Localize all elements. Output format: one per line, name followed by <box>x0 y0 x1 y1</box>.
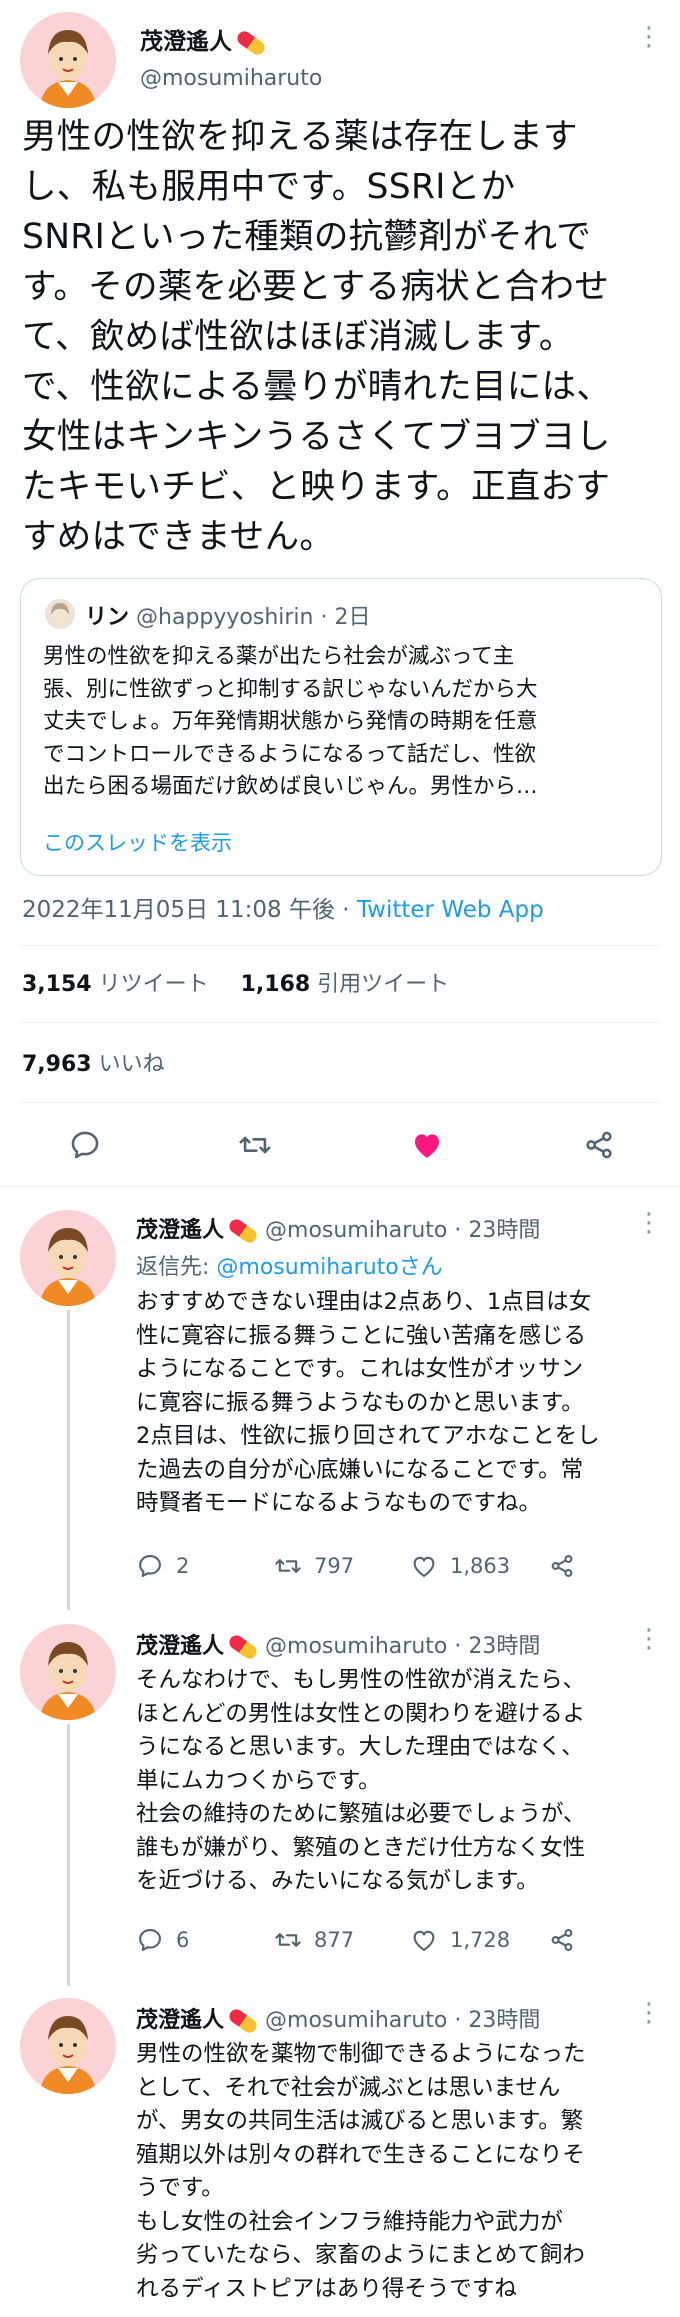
retweet-button[interactable] <box>238 1128 272 1166</box>
tweet-text: 男性の性欲を抑える薬は存在します し、私も服用中です。SSRIとか SNRIとい… <box>22 117 612 557</box>
like-count: 1,728 <box>450 1928 511 1952</box>
thread-line <box>67 1724 70 1986</box>
share-icon <box>551 1555 573 1577</box>
reply-avatar[interactable] <box>20 1624 116 1720</box>
reply-button[interactable] <box>68 1128 102 1166</box>
quoted-author-name: リン <box>85 605 130 630</box>
reply-text: そんなわけで、もし男性の性欲が消えたら、 ほとんどの男性は女性との関わりを避ける… <box>136 1667 586 1894</box>
avatar-illustration <box>20 1624 116 1720</box>
likes-stat[interactable]: 7,963 いいね <box>22 1046 165 1078</box>
reply-author-name[interactable]: 茂澄遙人 <box>136 1218 224 1243</box>
like-button[interactable]: 1,863 <box>410 1552 510 1580</box>
reply-count: 2 <box>176 1554 190 1578</box>
like-button[interactable] <box>410 1128 444 1166</box>
like-count: 1,863 <box>450 1554 511 1578</box>
quoted-time: · 2日 <box>313 605 371 630</box>
author-name[interactable]: 茂澄遙人 <box>140 22 268 57</box>
reply-author-name[interactable]: 茂澄遙人 <box>136 1634 224 1659</box>
avatar-illustration <box>20 1210 116 1306</box>
pill-emoji-icon <box>226 1632 260 1662</box>
reply-count: 6 <box>176 1928 190 1952</box>
reply-author-handle[interactable]: @mosumiharuto <box>265 1634 447 1659</box>
like-button[interactable]: 1,728 <box>410 1926 510 1954</box>
retweet-count: 877 <box>314 1928 355 1952</box>
more-icon[interactable]: ⋮ <box>636 1208 662 1238</box>
reply-text: おすすめできない理由は2点あり、1点目は女 性に寛容に振る舞うことに強い苦痛を感… <box>136 1289 600 1516</box>
reply-icon <box>139 1555 161 1577</box>
retweet-icon <box>239 1136 271 1154</box>
tweet-meta: 2022年11月05日 11:08 午後 · Twitter Web App <box>22 897 544 923</box>
more-icon[interactable]: ⋮ <box>636 1624 662 1654</box>
share-button[interactable] <box>582 1128 616 1166</box>
quotes-stat[interactable]: 1,168 引用ツイート <box>241 972 450 997</box>
reply-to-line: 返信先: @mosumiharutoさん <box>136 1255 443 1280</box>
pill-emoji-icon <box>234 28 268 57</box>
reply-icon <box>139 1929 161 1951</box>
reply-author-name[interactable]: 茂澄遙人 <box>136 2008 224 2033</box>
show-thread-link[interactable]: このスレッドを表示 <box>43 827 232 857</box>
retweets-stat[interactable]: 3,154 リツイート <box>22 972 209 997</box>
share-button[interactable] <box>548 1926 588 1954</box>
reply-time[interactable]: · 23時間 <box>447 1634 540 1659</box>
reply-avatar[interactable] <box>20 1998 116 2094</box>
retweet-button[interactable]: 797 <box>274 1552 354 1580</box>
share-icon <box>551 1929 573 1951</box>
quoted-author-avatar <box>45 599 75 629</box>
more-icon[interactable]: ⋮ <box>636 1998 662 2028</box>
share-button[interactable] <box>548 1552 588 1580</box>
retweet-stats: 3,154 リツイート 1,168 引用ツイート <box>22 966 449 998</box>
tweet-source[interactable]: Twitter Web App <box>357 897 544 923</box>
like-icon <box>413 1556 435 1578</box>
retweet-icon <box>275 1559 301 1573</box>
retweet-button[interactable]: 877 <box>274 1926 354 1954</box>
reply-header: 茂澄遙人 @mosumiharuto · 23時間 <box>136 1628 540 1662</box>
reply-avatar[interactable] <box>20 1210 116 1306</box>
reply-time[interactable]: · 23時間 <box>447 1218 540 1243</box>
author-avatar[interactable] <box>20 12 116 108</box>
retweet-icon <box>275 1933 301 1947</box>
reply-header: 茂澄遙人 @mosumiharuto · 23時間 <box>136 2002 540 2036</box>
reply-time[interactable]: · 23時間 <box>447 2008 540 2033</box>
divider <box>20 945 660 946</box>
divider <box>0 1186 680 1187</box>
thread-line <box>67 1310 70 1610</box>
quoted-author-handle: @happyyoshirin <box>136 605 314 630</box>
reply-icon <box>71 1131 99 1159</box>
share-icon <box>586 1131 612 1159</box>
reply-to-link[interactable]: @mosumiharutoさん <box>216 1255 442 1280</box>
tweet-timestamp[interactable]: 2022年11月05日 11:08 午後 <box>22 897 335 923</box>
reply-author-handle[interactable]: @mosumiharuto <box>265 2008 447 2033</box>
reply-button[interactable]: 2 <box>136 1552 189 1580</box>
retweet-count: 797 <box>314 1554 355 1578</box>
avatar-illustration <box>20 1998 116 2094</box>
like-icon <box>413 1930 435 1952</box>
avatar-illustration <box>20 12 116 108</box>
pill-emoji-icon <box>226 1216 260 1246</box>
quoted-avatar-illustration <box>45 599 75 629</box>
reply-text: 男性の性欲を薬物で制御できるようになった として、それで社会が滅ぶとは思いません… <box>136 2041 586 2302</box>
quoted-text: 男性の性欲を抑える薬が出たら社会が滅ぶって主 張、別に性欲ずっと抑制する訳じゃな… <box>43 644 538 799</box>
reply-author-handle[interactable]: @mosumiharuto <box>265 1218 447 1243</box>
reply-header: 茂澄遙人 @mosumiharuto · 23時間 <box>136 1212 540 1246</box>
like-icon <box>414 1134 440 1158</box>
author-handle[interactable]: @mosumiharuto <box>140 66 322 91</box>
quoted-tweet[interactable]: リン @happyyoshirin · 2日 男性の性欲を抑える薬が出たら社会が… <box>20 578 662 876</box>
pill-emoji-icon <box>226 2006 260 2036</box>
divider <box>20 1102 660 1103</box>
divider <box>20 1022 660 1023</box>
reply-button[interactable]: 6 <box>136 1926 189 1954</box>
more-icon[interactable]: ⋮ <box>636 22 662 52</box>
